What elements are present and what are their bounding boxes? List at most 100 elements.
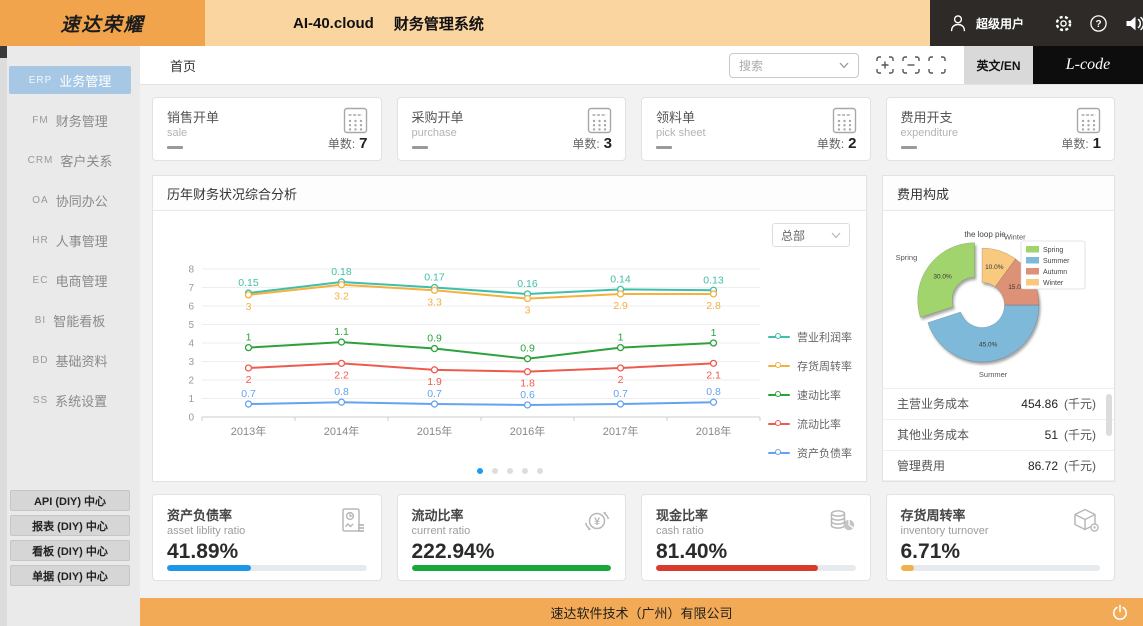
sidebar-item-label: 基础资料 — [55, 351, 107, 370]
org-filter-select[interactable]: 总部 — [772, 223, 850, 247]
panel-title: 费用构成 — [883, 176, 1114, 211]
summary-cards-row: 销售开单 sale 单数:7 采购开单 purchase — [152, 97, 1115, 161]
product-name: AI-40.cloud — [293, 15, 374, 32]
panel-title: 历年财务状况综合分析 — [153, 176, 866, 211]
report-diy-center-button[interactable]: 报表 (DIY) 中心 — [10, 515, 130, 536]
tab-home[interactable]: 首页 — [170, 56, 196, 75]
trend-dash — [901, 146, 917, 149]
sidebar-item-bd[interactable]: BD 基础资料 — [9, 346, 131, 374]
language-toggle-button[interactable]: 英文/EN — [964, 46, 1033, 84]
sidebar-item-hr[interactable]: HR 人事管理 — [9, 226, 131, 254]
line-chart[interactable]: 0123456782013年2014年2015年2016年2017年2018年0… — [159, 253, 779, 445]
asset-liability-ratio-card[interactable]: 资产负债率 asset liblity ratio 41.89% — [152, 494, 382, 581]
current-user-label[interactable]: 超级用户 — [976, 15, 1024, 32]
zoom-in-icon[interactable] — [875, 56, 894, 75]
sidebar-item-bi[interactable]: BI 智能看板 — [9, 306, 131, 334]
pie-legend: SpringSummerAutumnWinter — [1021, 241, 1085, 289]
pagination-dot[interactable] — [522, 468, 528, 474]
chart-legend: 营业利润率 存货周转率 速动比率 流动比率 资产负债率 — [768, 329, 852, 461]
pick-sheet-card[interactable]: 领料单 pick sheet 单数:2 — [641, 97, 871, 161]
board-diy-center-button[interactable]: 看板 (DIY) 中心 — [10, 540, 130, 561]
legend-label: 速动比率 — [797, 387, 841, 403]
voucher-diy-center-button[interactable]: 单据 (DIY) 中心 — [10, 565, 130, 586]
expense-row[interactable]: 管理费用 86.72 (千元) — [883, 451, 1114, 482]
svg-text:1: 1 — [711, 327, 717, 339]
sidebar-item-ss[interactable]: SS 系统设置 — [9, 386, 131, 414]
user-icon[interactable] — [948, 13, 968, 33]
count-line: 单数:1 — [1061, 135, 1101, 152]
api-diy-center-button[interactable]: API (DIY) 中心 — [10, 490, 130, 511]
sidebar-item-ec[interactable]: EC 电商管理 — [9, 266, 131, 294]
expenditure-card[interactable]: 费用开支 expenditure 单数:1 — [886, 97, 1116, 161]
svg-text:0.7: 0.7 — [241, 388, 256, 400]
expense-unit: (千元) — [1064, 395, 1096, 412]
power-icon[interactable] — [1112, 604, 1128, 623]
svg-text:6: 6 — [188, 302, 194, 313]
pagination-dot[interactable] — [537, 468, 543, 474]
legend-label: 流动比率 — [797, 416, 841, 432]
svg-text:2017年: 2017年 — [603, 424, 638, 438]
lcode-button[interactable]: L-code — [1033, 46, 1143, 84]
svg-text:0.6: 0.6 — [520, 389, 535, 401]
legend-item[interactable]: 存货周转率 — [768, 358, 852, 374]
count-label: 单数: — [328, 137, 355, 151]
sidebar-item-fm[interactable]: FM 财务管理 — [9, 106, 131, 134]
app-header: 速达荣耀 AI-40.cloud 财务管理系统 超级用户 ? — [0, 0, 1143, 46]
speaker-icon[interactable] — [1124, 14, 1143, 33]
expense-row[interactable]: 其他业务成本 51 (千元) — [883, 420, 1114, 451]
help-icon[interactable]: ? — [1089, 14, 1108, 33]
sidebar-item-oa[interactable]: OA 协同办公 — [9, 186, 131, 214]
pie-chart[interactable]: the loop pie30.0%Spring45.0%Summer15.0%A… — [885, 213, 1101, 386]
pagination-dots — [477, 468, 543, 474]
sidebar-item-label: 业务管理 — [59, 71, 111, 90]
expense-row[interactable]: 主营业务成本 454.86 (千元) — [883, 389, 1114, 420]
current-ratio-card[interactable]: 流动比率 current ratio 222.94% ¥ — [397, 494, 627, 581]
pagination-dot[interactable] — [492, 468, 498, 474]
kpi-progress-track — [656, 565, 856, 571]
svg-text:2: 2 — [618, 374, 624, 386]
card-title: 采购开单 — [412, 107, 612, 126]
search-input[interactable]: 搜索 — [729, 53, 859, 78]
sidebar-item-erp[interactable]: ERP 业务管理 — [9, 66, 131, 94]
svg-text:3: 3 — [525, 305, 531, 317]
count-label: 单数: — [817, 137, 844, 151]
trend-dash — [412, 146, 428, 149]
sale-card[interactable]: 销售开单 sale 单数:7 — [152, 97, 382, 161]
sidebar-item-label: 财务管理 — [56, 111, 108, 130]
pie-slice-summer[interactable] — [928, 305, 1039, 362]
expense-unit: (千元) — [1064, 457, 1096, 474]
svg-text:0.13: 0.13 — [703, 274, 724, 286]
kpi-progress-track — [167, 565, 367, 571]
svg-text:?: ? — [1095, 19, 1101, 30]
sidebar-item-label: 人事管理 — [56, 231, 108, 250]
legend-label: 存货周转率 — [797, 358, 852, 374]
legend-item[interactable]: 速动比率 — [768, 387, 852, 403]
gear-icon[interactable] — [1054, 14, 1073, 33]
legend-item[interactable]: 营业利润率 — [768, 329, 852, 345]
sidebar-item-label: 协同办公 — [56, 191, 108, 210]
pagination-dot[interactable] — [477, 468, 483, 474]
report-icon — [338, 506, 368, 541]
legend-label: 资产负债率 — [797, 445, 852, 461]
legend-item[interactable]: 流动比率 — [768, 416, 852, 432]
footer-bar: 速达软件技术（广州）有限公司 — [140, 598, 1143, 626]
cash-ratio-card[interactable]: 现金比率 cash ratio 81.40% — [641, 494, 871, 581]
purchase-card[interactable]: 采购开单 purchase 单数:3 — [397, 97, 627, 161]
scrollbar-thumb[interactable] — [1106, 394, 1112, 436]
svg-text:Spring: Spring — [896, 253, 918, 262]
svg-text:0.16: 0.16 — [517, 278, 538, 290]
svg-text:8: 8 — [188, 265, 194, 276]
legend-item[interactable]: 资产负债率 — [768, 445, 852, 461]
svg-text:Spring: Spring — [1043, 247, 1063, 254]
zoom-out-icon[interactable] — [901, 56, 920, 75]
pagination-dot[interactable] — [507, 468, 513, 474]
fullscreen-icon[interactable] — [927, 56, 946, 75]
sidebar-item-code: HR — [32, 235, 48, 246]
header-title-band: AI-40.cloud 财务管理系统 — [205, 0, 930, 46]
sidebar-item-crm[interactable]: CRM 客户关系 — [9, 146, 131, 174]
inventory-turnover-card[interactable]: 存货周转率 inventory turnover 6.71% — [886, 494, 1116, 581]
kpi-value: 6.71% — [901, 540, 1101, 564]
expense-value: 51 — [1045, 428, 1058, 442]
svg-text:Summer: Summer — [979, 370, 1008, 379]
svg-text:0.14: 0.14 — [610, 273, 631, 285]
